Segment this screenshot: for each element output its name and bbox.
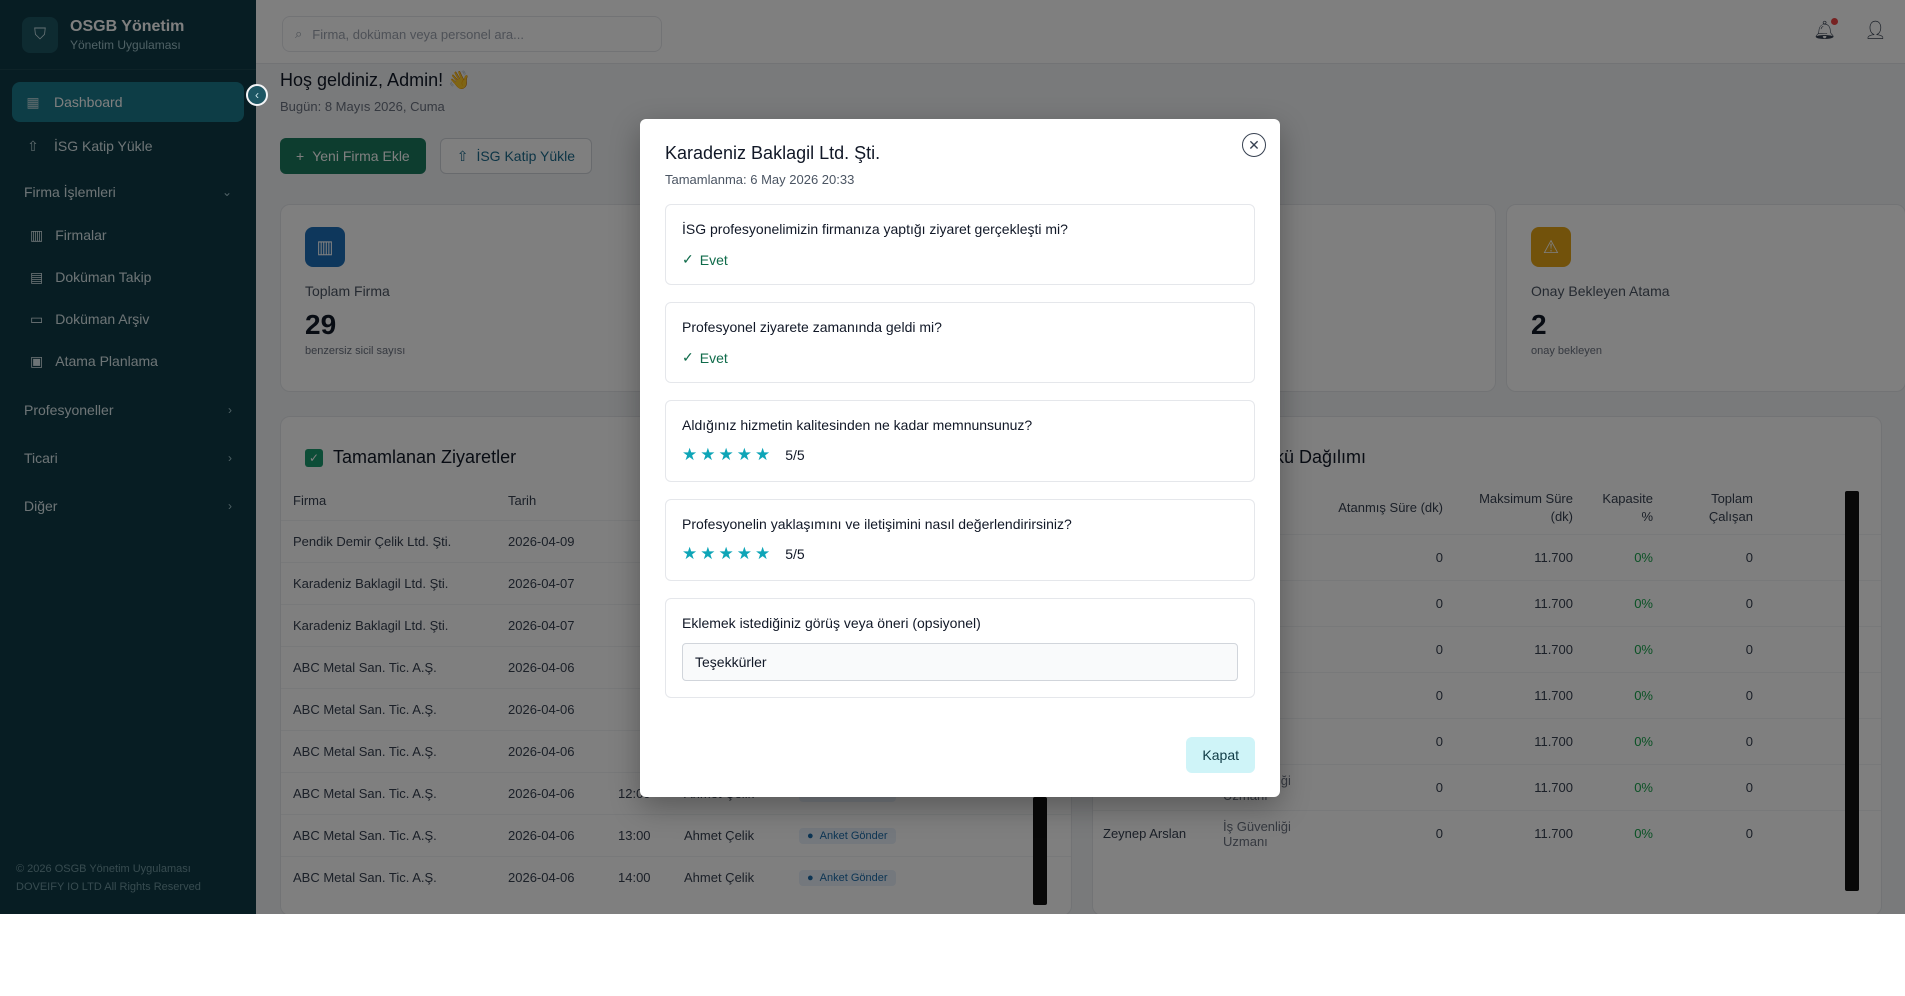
star-icon: ★ (736, 445, 752, 464)
stars-holder: ★ ★ ★ ★ ★ (682, 445, 773, 465)
answer-yes: ✓ Evet (682, 251, 1238, 268)
star-icon: ★ (755, 544, 771, 563)
stars-holder: ★ ★ ★ ★ ★ (682, 544, 773, 564)
answer-text: Evet (699, 349, 728, 366)
question-card-comment: Eklemek istediğiniz görüş veya öneri (op… (665, 598, 1255, 698)
question-card-communication: Profesyonelin yaklaşımını ve iletişimini… (665, 499, 1255, 581)
star-icon: ★ (700, 445, 716, 464)
comment-label: Eklemek istediğiniz görüş veya öneri (op… (682, 615, 981, 631)
question-text: Profesyonelin yaklaşımını ve iletişimini… (682, 516, 1072, 532)
rating-stars: ★ ★ ★ ★ ★ 5/5 (682, 445, 1238, 465)
question-text: İSG profesyonelimizin firmanıza yaptığı … (682, 221, 1068, 237)
question-card-visit: İSG profesyonelimizin firmanıza yaptığı … (665, 204, 1255, 285)
modal-footer: Kapat (1186, 737, 1255, 773)
survey-result-modal: Karadeniz Baklagil Ltd. Şti. Tamamlanma:… (640, 119, 1280, 797)
completion-date: Tamamlanma: 6 May 2026 20:33 (665, 172, 855, 187)
checkmark-icon: ✓ (682, 349, 694, 365)
star-icon: ★ (755, 445, 771, 464)
rating-stars: ★ ★ ★ ★ ★ 5/5 (682, 544, 1238, 564)
modal-title: Karadeniz Baklagil Ltd. Şti. (665, 143, 881, 163)
star-icon: ★ (718, 445, 734, 464)
star-icon: ★ (682, 544, 698, 563)
app-window: ⛉ OSGB Yönetim Yönetim Uygulaması ▦ Dash… (0, 0, 1905, 914)
checkmark-icon: ✓ (682, 251, 694, 267)
star-icon: ★ (736, 544, 752, 563)
comment-field[interactable]: Teşekkürler (682, 643, 1238, 681)
sidebar-collapse-button[interactable]: ‹ (246, 84, 268, 106)
question-card-quality: Aldığınız hizmetin kalitesinden ne kadar… (665, 400, 1255, 482)
star-icon: ★ (682, 445, 698, 464)
close-icon[interactable]: ✕ (1242, 133, 1266, 157)
question-card-punctuality: Profesyonel ziyarete zamanında geldi mi?… (665, 302, 1255, 383)
rating-score: 5/5 (785, 447, 805, 463)
answer-text: Evet (699, 251, 728, 268)
close-button[interactable]: Kapat (1186, 737, 1255, 773)
question-text: Profesyonel ziyarete zamanında geldi mi? (682, 319, 942, 335)
rating-score: 5/5 (785, 546, 805, 562)
star-icon: ★ (700, 544, 716, 563)
question-text: Aldığınız hizmetin kalitesinden ne kadar… (682, 417, 1033, 433)
star-icon: ★ (718, 544, 734, 563)
answer-yes: ✓ Evet (682, 349, 1238, 366)
comment-value: Teşekkürler (695, 654, 767, 670)
